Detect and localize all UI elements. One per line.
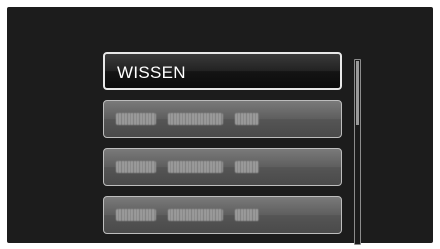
menu-item-4[interactable]: [103, 196, 342, 234]
camera-screen: WISSEN: [7, 7, 433, 245]
menu-item-label: WISSEN: [117, 63, 186, 82]
menu-item-wissen[interactable]: WISSEN: [103, 52, 342, 90]
menu-item-3[interactable]: [103, 148, 342, 186]
menu-list: WISSEN: [103, 52, 348, 244]
scrollbar-track[interactable]: [354, 59, 361, 245]
blurred-label: [116, 161, 259, 173]
blurred-label: [116, 209, 259, 221]
scrollbar-thumb[interactable]: [356, 61, 359, 125]
blurred-label: [116, 113, 259, 125]
menu-item-2[interactable]: [103, 100, 342, 138]
